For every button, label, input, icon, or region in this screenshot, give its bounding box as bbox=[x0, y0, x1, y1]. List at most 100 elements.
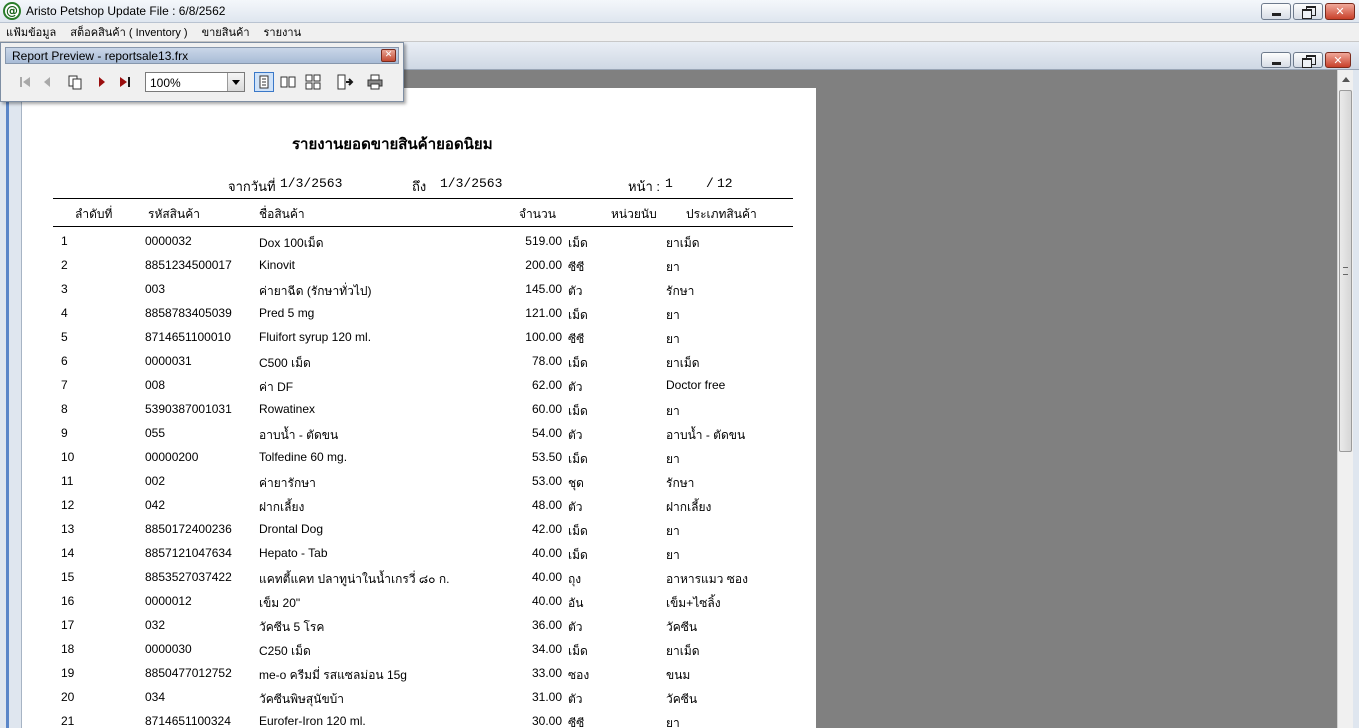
cell-type: ขนม bbox=[666, 668, 691, 682]
cell-name: ฝากเลี้ยง bbox=[259, 500, 305, 514]
report-rows: 1 0000032 Dox 100เม็ด 519.00 เม็ด ยาเม็ด 2 8851… bbox=[22, 230, 816, 728]
menu-bar: แฟ้มข้อมูล สต็อคสินค้า ( Inventory ) ขาย… bbox=[0, 23, 1359, 42]
cell-type: วัคซีน bbox=[666, 692, 698, 706]
cell-code: 00000200 bbox=[145, 450, 199, 464]
cell-name: วัคซีน 5 โรค bbox=[259, 620, 325, 634]
scroll-up-icon[interactable] bbox=[1338, 72, 1353, 87]
goto-page-icon[interactable] bbox=[65, 72, 85, 92]
page-total: 12 bbox=[717, 176, 733, 191]
restore-icon[interactable] bbox=[1293, 3, 1323, 20]
table-row: 8 5390387001031 Rowatinex 60.00 เม็ด ยา bbox=[22, 398, 816, 422]
cell-unit: ตัว bbox=[568, 692, 583, 706]
vertical-scrollbar[interactable] bbox=[1337, 70, 1353, 728]
cell-code: 8850172400236 bbox=[145, 522, 232, 536]
table-row: 13 8850172400236 Drontal Dog 42.00 เม็ด ยา bbox=[22, 518, 816, 542]
cell-type: ยา bbox=[666, 452, 680, 466]
to-date-value: 1/3/2563 bbox=[440, 176, 503, 191]
cell-no: 14 bbox=[61, 546, 75, 560]
from-date-label: จากวันที่ bbox=[228, 179, 276, 194]
cell-type: ยาเม็ด bbox=[666, 644, 700, 658]
cell-code: 034 bbox=[145, 690, 166, 704]
cell-qty: 36.00 bbox=[531, 618, 562, 632]
col-header-qty: จำนวน bbox=[519, 207, 556, 221]
menu-item-inventory[interactable]: สต็อคสินค้า ( Inventory ) bbox=[70, 23, 187, 41]
scrollbar-thumb[interactable] bbox=[1339, 90, 1352, 452]
cell-name: C250 เม็ด bbox=[259, 644, 311, 658]
cell-code: 008 bbox=[145, 378, 166, 392]
last-page-icon[interactable] bbox=[115, 72, 135, 92]
cell-no: 3 bbox=[61, 282, 68, 296]
child-minimize-icon[interactable] bbox=[1261, 52, 1291, 68]
cell-qty: 62.00 bbox=[531, 378, 562, 392]
cell-type: ยา bbox=[666, 260, 680, 274]
cell-unit: ตัว bbox=[568, 380, 583, 394]
cell-name: อาบน้ำ - ตัดขน bbox=[259, 428, 339, 442]
prev-page-icon[interactable] bbox=[37, 72, 57, 92]
cell-qty: 30.00 bbox=[531, 714, 562, 728]
cell-code: 0000032 bbox=[145, 234, 192, 248]
cell-type: รักษา bbox=[666, 284, 695, 298]
col-header-name: ชื่อสินค้า bbox=[259, 207, 305, 221]
child-close-icon[interactable] bbox=[1325, 52, 1351, 68]
cell-name: ค่ายาฉีด (รักษาทั่วไป) bbox=[259, 284, 372, 298]
cell-qty: 40.00 bbox=[531, 570, 562, 584]
menu-item-reports[interactable]: รายงาน bbox=[264, 23, 302, 41]
cell-name: Dox 100เม็ด bbox=[259, 236, 324, 250]
cell-no: 7 bbox=[61, 378, 68, 392]
child-restore-icon[interactable] bbox=[1293, 52, 1323, 68]
cell-name: Pred 5 mg bbox=[259, 306, 315, 320]
cell-unit: เม็ด bbox=[568, 452, 588, 466]
cell-no: 9 bbox=[61, 426, 68, 440]
cell-type: เข็ม+ไซลิ้ง bbox=[666, 596, 721, 610]
table-row: 4 8858783405039 Pred 5 mg 121.00 เม็ด ยา bbox=[22, 302, 816, 326]
table-row: 20 034 วัคซีนพิษสุนัขบ้า 31.00 ตัว วัคซีน bbox=[22, 686, 816, 710]
cell-type: อาหารแมว ซอง bbox=[666, 572, 748, 586]
cell-no: 1 bbox=[61, 234, 68, 248]
one-page-icon[interactable] bbox=[254, 72, 274, 92]
cell-qty: 78.00 bbox=[531, 354, 562, 368]
cell-code: 8714651100324 bbox=[145, 714, 231, 728]
app-title: Aristo Petshop Update File : 6/8/2562 bbox=[26, 4, 226, 18]
report-preview-toolbar: 100% bbox=[5, 68, 399, 96]
to-date-label: ถึง bbox=[412, 179, 427, 194]
first-page-icon[interactable] bbox=[15, 72, 35, 92]
minimize-icon[interactable] bbox=[1261, 3, 1291, 20]
close-icon[interactable] bbox=[1325, 3, 1355, 20]
table-row: 2 8851234500017 Kinovit 200.00 ซีซี ยา bbox=[22, 254, 816, 278]
app-title-bar: @ Aristo Petshop Update File : 6/8/2562 bbox=[0, 0, 1359, 23]
next-page-icon[interactable] bbox=[92, 72, 112, 92]
multi-page-icon[interactable] bbox=[303, 72, 323, 92]
cell-code: 8714651100010 bbox=[145, 330, 231, 344]
cell-qty: 33.00 bbox=[531, 666, 562, 680]
page-current: 1 bbox=[665, 176, 673, 191]
child-window-header bbox=[404, 42, 1359, 70]
cell-no: 21 bbox=[61, 714, 75, 728]
print-icon[interactable] bbox=[365, 72, 385, 92]
cell-no: 16 bbox=[61, 594, 75, 608]
cell-unit: เม็ด bbox=[568, 308, 588, 322]
table-row: 18 0000030 C250 เม็ด 34.00 เม็ด ยาเม็ด bbox=[22, 638, 816, 662]
cell-qty: 48.00 bbox=[531, 498, 562, 512]
cell-unit: ตัว bbox=[568, 500, 583, 514]
child-window-frame bbox=[0, 70, 22, 728]
cell-qty: 42.00 bbox=[531, 522, 562, 536]
table-row: 5 8714651100010 Fluifort syrup 120 ml. 100.… bbox=[22, 326, 816, 350]
cell-name: แคทตี้แคท ปลาทูน่าในน้ำเกรวี่ ๘๐ ก. bbox=[259, 572, 450, 586]
report-preview-close-icon[interactable]: ✕ bbox=[381, 49, 396, 62]
cell-no: 17 bbox=[61, 618, 75, 632]
cell-type: ยา bbox=[666, 332, 680, 346]
menu-item-sales[interactable]: ขายสินค้า bbox=[202, 23, 250, 41]
menu-item-file[interactable]: แฟ้มข้อมูล bbox=[6, 23, 56, 41]
zoom-select[interactable]: 100% bbox=[145, 72, 245, 92]
cell-type: รักษา bbox=[666, 476, 695, 490]
chevron-down-icon[interactable] bbox=[227, 73, 244, 91]
table-row: 12 042 ฝากเลี้ยง 48.00 ตัว ฝากเลี้ยง bbox=[22, 494, 816, 518]
close-preview-icon[interactable] bbox=[335, 72, 355, 92]
cell-code: 032 bbox=[145, 618, 166, 632]
two-page-icon[interactable] bbox=[278, 72, 298, 92]
table-row: 17 032 วัคซีน 5 โรค 36.00 ตัว วัคซีน bbox=[22, 614, 816, 638]
cell-type: ฝากเลี้ยง bbox=[666, 500, 712, 514]
cell-type: ยาเม็ด bbox=[666, 356, 700, 370]
cell-unit: ซีซี bbox=[568, 260, 585, 274]
cell-qty: 53.00 bbox=[531, 474, 562, 488]
